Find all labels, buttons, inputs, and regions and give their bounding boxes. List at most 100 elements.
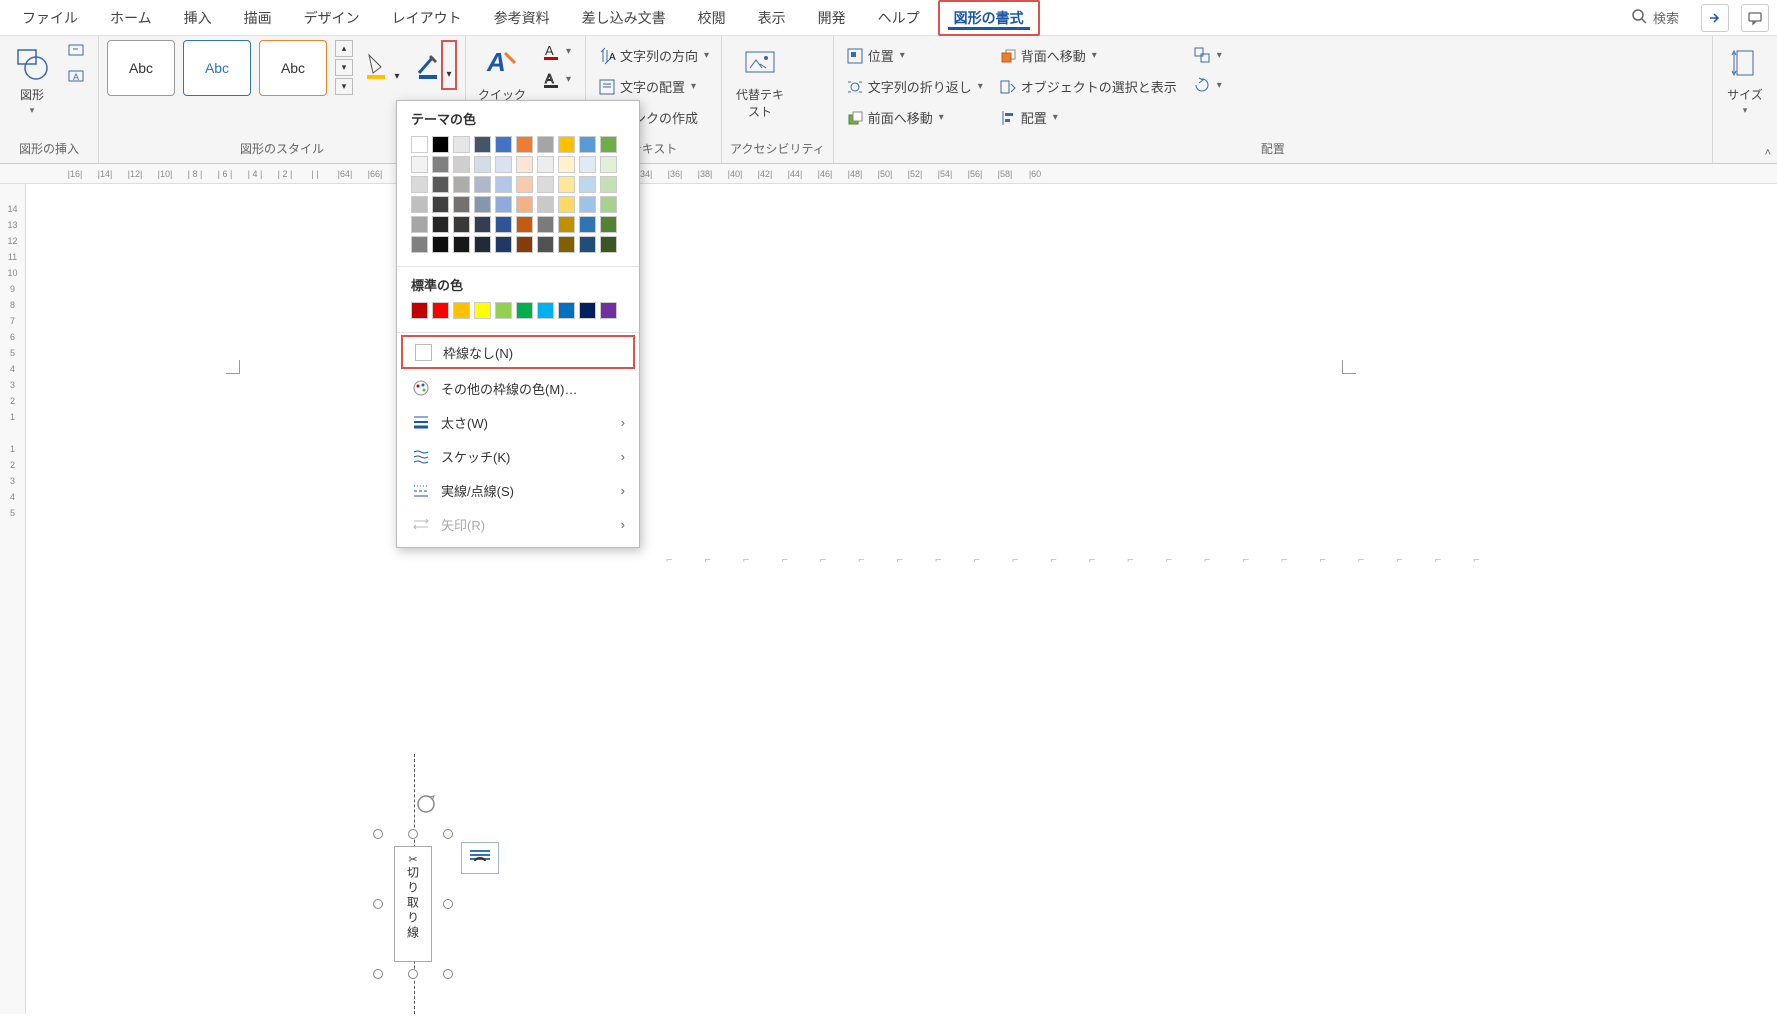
color-swatch[interactable] (537, 236, 554, 253)
color-swatch[interactable] (600, 196, 617, 213)
color-swatch[interactable] (558, 236, 575, 253)
color-swatch[interactable] (411, 196, 428, 213)
color-swatch[interactable] (516, 216, 533, 233)
text-box-button[interactable]: A (64, 66, 90, 88)
layout-options-button[interactable] (461, 842, 499, 874)
color-swatch[interactable] (432, 176, 449, 193)
color-swatch[interactable] (495, 302, 512, 319)
color-swatch[interactable] (537, 196, 554, 213)
color-swatch[interactable] (453, 176, 470, 193)
outline-dropdown[interactable]: ▾ (441, 40, 457, 90)
color-swatch[interactable] (495, 176, 512, 193)
color-swatch[interactable] (537, 302, 554, 319)
color-swatch[interactable] (453, 136, 470, 153)
color-swatch[interactable] (474, 216, 491, 233)
color-swatch[interactable] (495, 156, 512, 173)
color-swatch[interactable] (558, 136, 575, 153)
color-swatch[interactable] (579, 216, 596, 233)
rotate-button[interactable]: ▾ (1189, 74, 1226, 96)
color-swatch[interactable] (600, 136, 617, 153)
selection-pane-button[interactable]: オブジェクトの選択と表示 (995, 75, 1181, 98)
tab-review[interactable]: 校閲 (684, 2, 740, 34)
resize-handle-ne[interactable] (443, 829, 453, 839)
color-swatch[interactable] (516, 176, 533, 193)
align-text-button[interactable]: 文字の配置▾ (594, 75, 713, 98)
text-wrap-button[interactable]: 文字列の折り返し▾ (842, 75, 987, 98)
selected-shape[interactable]: ✂ 切り取り線 (378, 834, 448, 974)
color-swatch[interactable] (495, 196, 512, 213)
color-swatch[interactable] (495, 136, 512, 153)
color-swatch[interactable] (432, 236, 449, 253)
color-swatch[interactable] (453, 216, 470, 233)
search-box[interactable]: 検索 (1621, 4, 1689, 31)
text-direction-button[interactable]: A文字列の方向▾ (594, 44, 713, 67)
resize-handle-nw[interactable] (373, 829, 383, 839)
color-swatch[interactable] (432, 216, 449, 233)
color-swatch[interactable] (558, 216, 575, 233)
fill-dropdown[interactable]: ▾ (389, 40, 405, 90)
no-outline-item[interactable]: 枠線なし(N) (401, 335, 635, 369)
dashes-item[interactable]: 実線/点線(S) › (397, 473, 639, 507)
color-swatch[interactable] (411, 156, 428, 173)
rotate-handle[interactable] (414, 792, 438, 816)
color-swatch[interactable] (432, 302, 449, 319)
color-swatch[interactable] (495, 216, 512, 233)
color-swatch[interactable] (453, 302, 470, 319)
vertical-ruler[interactable]: 141312111098765432112345 (0, 184, 26, 1014)
color-swatch[interactable] (474, 302, 491, 319)
bring-forward-button[interactable]: 前面へ移動▾ (842, 106, 987, 129)
style-sample-2[interactable]: Abc (183, 40, 251, 96)
color-swatch[interactable] (432, 136, 449, 153)
color-swatch[interactable] (474, 136, 491, 153)
shape-outline-button[interactable]: ▾ (413, 40, 457, 90)
shape-textbox[interactable]: ✂ 切り取り線 (394, 846, 432, 962)
color-swatch[interactable] (579, 156, 596, 173)
color-swatch[interactable] (453, 236, 470, 253)
more-outline-colors-item[interactable]: その他の枠線の色(M)… (397, 371, 639, 405)
group-objects-button[interactable]: ▾ (1189, 44, 1226, 66)
color-swatch[interactable] (411, 216, 428, 233)
color-swatch[interactable] (411, 236, 428, 253)
text-fill-button[interactable]: A▾ (538, 40, 575, 62)
quick-styles-button[interactable]: A クイック (474, 40, 530, 107)
shapes-button[interactable]: 図形 ▾ (8, 40, 56, 120)
color-swatch[interactable] (411, 302, 428, 319)
color-swatch[interactable] (495, 236, 512, 253)
resize-handle-n[interactable] (408, 829, 418, 839)
color-swatch[interactable] (516, 156, 533, 173)
color-swatch[interactable] (453, 196, 470, 213)
tab-references[interactable]: 参考資料 (480, 2, 564, 34)
color-swatch[interactable] (600, 216, 617, 233)
collapse-ribbon-button[interactable]: ˄ (1765, 147, 1771, 159)
alt-text-button[interactable]: 代替テキスト (730, 40, 790, 124)
page[interactable]: ⌐⌐⌐⌐⌐⌐⌐⌐⌐⌐⌐⌐⌐⌐⌐⌐⌐⌐⌐⌐⌐⌐ ✂ 切り取り線 (26, 184, 1777, 1014)
tab-help[interactable]: ヘルプ (864, 2, 934, 34)
color-swatch[interactable] (600, 156, 617, 173)
color-swatch[interactable] (516, 236, 533, 253)
style-sample-3[interactable]: Abc (259, 40, 327, 96)
color-swatch[interactable] (474, 156, 491, 173)
resize-handle-sw[interactable] (373, 969, 383, 979)
shape-fill-button[interactable]: ▾ (361, 40, 405, 90)
color-swatch[interactable] (537, 136, 554, 153)
style-scroll-down[interactable]: ▾ (335, 59, 353, 76)
color-swatch[interactable] (411, 176, 428, 193)
color-swatch[interactable] (537, 176, 554, 193)
style-sample-1[interactable]: Abc (107, 40, 175, 96)
comments-button[interactable] (1741, 4, 1769, 32)
text-outline-button[interactable]: A▾ (538, 68, 575, 90)
edit-shape-button[interactable] (64, 40, 90, 62)
style-more-button[interactable]: ▾ (335, 78, 353, 95)
color-swatch[interactable] (600, 236, 617, 253)
style-scroll-up[interactable]: ▴ (335, 40, 353, 57)
color-swatch[interactable] (579, 302, 596, 319)
tab-draw[interactable]: 描画 (230, 2, 286, 34)
size-button[interactable]: サイズ ▾ (1721, 40, 1769, 120)
tab-developer[interactable]: 開発 (804, 2, 860, 34)
tab-design[interactable]: デザイン (290, 2, 374, 34)
resize-handle-se[interactable] (443, 969, 453, 979)
color-swatch[interactable] (579, 136, 596, 153)
tab-layout[interactable]: レイアウト (378, 2, 476, 34)
color-swatch[interactable] (453, 156, 470, 173)
share-button[interactable] (1701, 4, 1729, 32)
